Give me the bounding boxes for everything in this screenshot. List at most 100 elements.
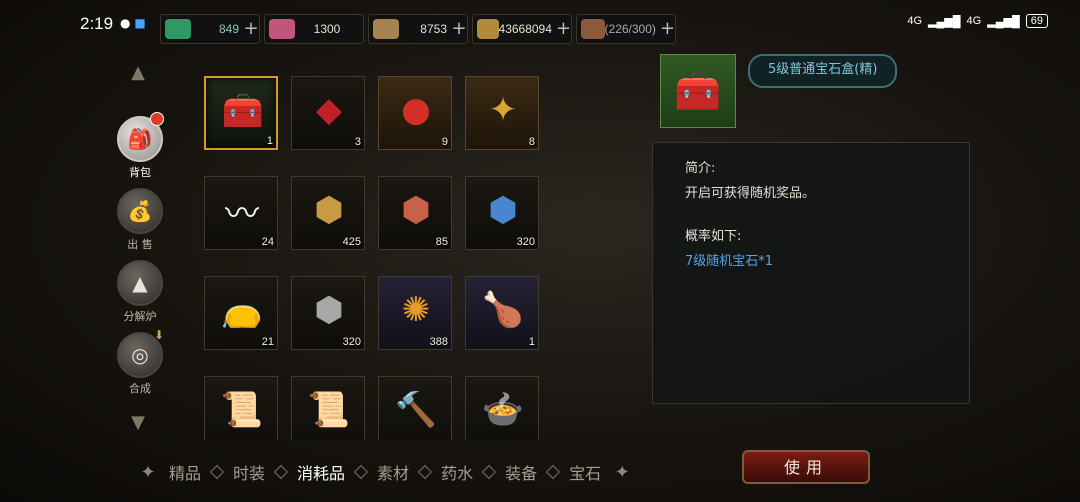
currency-ticket: 8753 +	[368, 14, 468, 44]
use-button[interactable]: 使用	[742, 450, 870, 484]
signal-icon-2: 4G	[966, 15, 982, 27]
sidebar: ▲ 🎒 背包 💰 出 售 ▲ 分解炉 ◎ ⬇ 合成 ▼	[108, 60, 170, 450]
add-ticket-button[interactable]: +	[451, 20, 467, 38]
sidebar-item-synthesis[interactable]: ◎ ⬇ 合成	[114, 328, 166, 396]
add-gold-button[interactable]: +	[556, 20, 571, 38]
furnace-icon: ▲	[117, 260, 163, 306]
treasure-chest-icon: 🧰	[674, 68, 722, 113]
currency-gold: 43668094 +	[472, 14, 572, 44]
red-crystal-icon: ◆	[315, 90, 343, 130]
scroll-up-arrow-icon[interactable]: ▲	[128, 62, 148, 84]
item-count: 1	[528, 336, 535, 348]
tabs-right-arrow-icon[interactable]: ✦	[610, 462, 634, 483]
item-description-panel: 简介: 开启可获得随机奖品。 概率如下: 7级随机宝石*1	[652, 142, 970, 404]
blue-badge-icon: ⬢	[488, 190, 518, 230]
status-time: 2:19	[80, 14, 114, 33]
hammer-icon: 🔨	[394, 390, 438, 430]
silver-badge-icon: ⬢	[314, 290, 344, 330]
tab-consumables[interactable]: 消耗品	[288, 460, 354, 484]
tab-separator	[209, 464, 225, 480]
intro-text: 开启可获得随机奖品。	[685, 186, 816, 201]
tab-equipment[interactable]: 装备	[496, 460, 546, 484]
tab-separator	[353, 464, 369, 480]
currency-diamond: 1300	[264, 14, 364, 44]
item-count: 24	[261, 236, 274, 248]
gold-badge-icon: ⬢	[314, 190, 344, 230]
notification-dot	[150, 112, 164, 126]
item-count: 21	[261, 336, 274, 348]
currency-value: (226/300)	[604, 22, 656, 36]
tab-separator	[482, 464, 497, 480]
add-jade-button[interactable]: +	[243, 20, 259, 38]
sidebar-item-sell[interactable]: 💰 出 售	[114, 188, 166, 252]
red-orb-icon: ●	[401, 90, 431, 130]
rolled-scroll-icon: 📜	[307, 390, 351, 430]
cloud-icon: ■	[134, 16, 146, 30]
item-count: 9	[441, 136, 448, 148]
item-count: 388	[429, 336, 448, 348]
sidebar-item-label: 合成	[129, 382, 151, 395]
tab-separator	[417, 464, 433, 480]
status-right: 4G ▂▄▆█ 4G ▂▄▆█ 69	[907, 14, 1048, 28]
inventory-slot-red-orb[interactable]: ● 9	[378, 76, 452, 150]
tab-separator	[546, 464, 561, 480]
meat-sack-icon: 👝	[220, 290, 264, 330]
tab-fashion[interactable]: 时装	[224, 460, 274, 484]
inventory-slot-gold-star-emblem[interactable]: ✦ 8	[465, 76, 539, 150]
food-bowl-icon: 🍲	[481, 390, 525, 430]
tab-potions[interactable]: 药水	[432, 460, 482, 484]
ticket-icon	[373, 19, 399, 39]
inventory-slot-hammer[interactable]: 🔨	[378, 376, 452, 440]
inventory-slot-roast-drumstick[interactable]: 🍗 1	[465, 276, 539, 350]
white-feather-icon: 〰	[225, 193, 259, 234]
signal-icon-1: 4G	[907, 15, 923, 27]
inventory-slot-red-crystal[interactable]: ◆ 3	[291, 76, 365, 150]
item-count: 320	[342, 336, 361, 348]
fire-medallion-icon: ✺	[401, 290, 431, 330]
sidebar-item-backpack[interactable]: 🎒 背包	[114, 112, 166, 180]
gold-coin-icon	[477, 19, 499, 39]
signal-bars-1: ▂▄▆█	[928, 15, 961, 28]
currency-bar: 849 + 1300 8753 + 43668094 + (226/300) +	[160, 14, 676, 44]
sidebar-item-furnace[interactable]: ▲ 分解炉	[114, 260, 166, 324]
probability-text: 7级随机宝石*1	[685, 254, 774, 269]
item-count: 320	[516, 236, 535, 248]
add-energy-button[interactable]: +	[660, 20, 675, 38]
tab-separator	[273, 464, 289, 480]
inventory-slot-red-paw-badge[interactable]: ⬢ 85	[378, 176, 452, 250]
treasure-chest-icon: 🧰	[221, 91, 265, 131]
energy-icon	[581, 19, 605, 39]
inventory-slot-gold-badge[interactable]: ⬢ 425	[291, 176, 365, 250]
item-count: 85	[435, 236, 448, 248]
inventory-slot-treasure-chest[interactable]: 🧰 1	[204, 76, 278, 150]
status-notification-icons: ● ■	[120, 16, 146, 30]
tab-premium[interactable]: 精品	[160, 460, 210, 484]
inventory-slot-food-bowl[interactable]: 🍲	[465, 376, 539, 440]
tab-gems[interactable]: 宝石	[560, 460, 610, 484]
inventory-slot-rolled-scroll-2[interactable]: 📜	[291, 376, 365, 440]
inventory-slot-feather[interactable]: 〰 24	[204, 176, 278, 250]
upgrade-arrow-icon: ⬇	[153, 328, 164, 342]
inventory-grid: 🧰 1 ◆ 3 ● 9 ✦ 8 📜 8 〰 24 ⬢ 425 ⬢ 85 ⬢ 32…	[204, 76, 544, 440]
inventory-slot-rolled-scroll-1[interactable]: 📜	[204, 376, 278, 440]
tabs-left-arrow-icon[interactable]: ✦	[136, 462, 160, 483]
inventory-slot-fire-medallion[interactable]: ✺ 388	[378, 276, 452, 350]
selected-item-title: 5级普通宝石盒(精)	[748, 54, 898, 88]
selected-item-icon: 🧰	[660, 54, 736, 128]
currency-value: 8753	[420, 22, 447, 36]
item-count: 8	[528, 136, 535, 148]
red-paw-badge-icon: ⬢	[401, 190, 431, 230]
inventory-slot-meat-sack-1[interactable]: 👝 21	[204, 276, 278, 350]
currency-value: 43668094	[498, 22, 552, 36]
currency-value: 1300	[313, 22, 341, 36]
inventory-slot-silver-badge[interactable]: ⬢ 320	[291, 276, 365, 350]
probability-header: 概率如下:	[685, 229, 742, 244]
battery-icon: 69	[1025, 14, 1048, 28]
sidebar-item-label: 出 售	[127, 238, 153, 251]
item-count: 3	[354, 136, 361, 148]
inventory-slot-blue-badge[interactable]: ⬢ 320	[465, 176, 539, 250]
scroll-down-arrow-icon[interactable]: ▼	[128, 412, 148, 434]
category-tabs: ✦ 精品 时装 消耗品 素材 药水 装备 宝石 ✦	[136, 460, 634, 484]
currency-value: 849	[218, 22, 239, 36]
tab-materials[interactable]: 素材	[368, 460, 418, 484]
